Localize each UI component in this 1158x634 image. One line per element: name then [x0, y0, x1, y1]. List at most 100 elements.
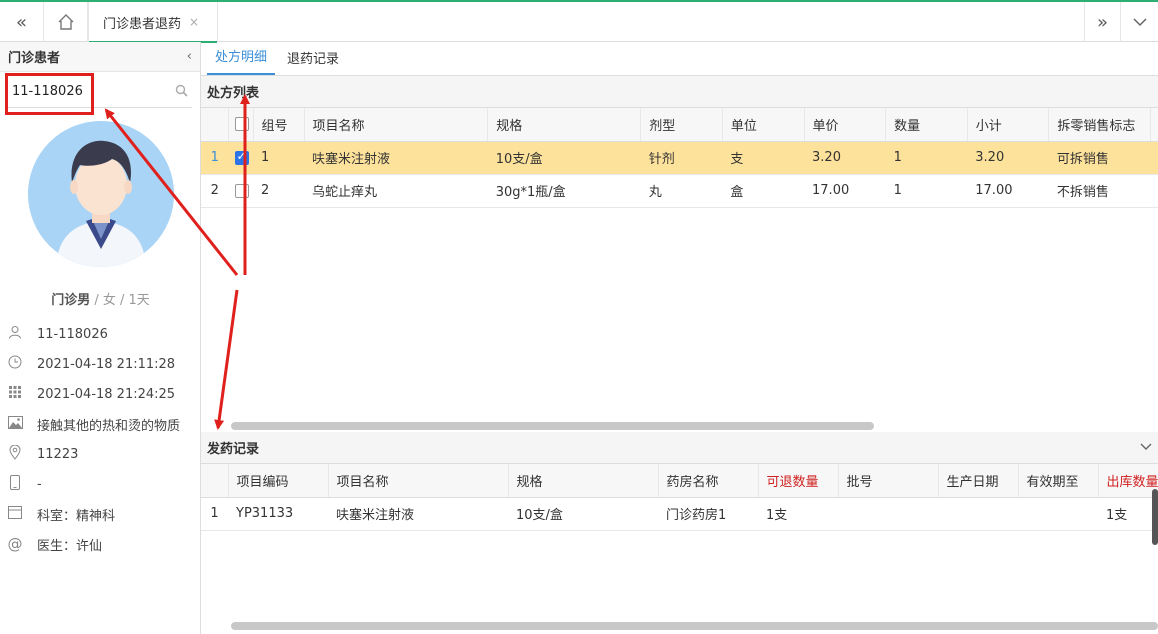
- col-header[interactable]: 单位: [721, 108, 805, 142]
- grid-icon: [6, 385, 24, 403]
- table-row[interactable]: 2 2 乌蛇止痒丸 30g*1瓶/盒 丸 盒 17.00 1 17.00 不拆销…: [201, 174, 1158, 208]
- col-header[interactable]: 规格: [487, 108, 641, 142]
- cell: 呋塞米注射液: [328, 497, 508, 531]
- col-header[interactable]: 药房名称: [657, 464, 758, 498]
- select-all-header[interactable]: [228, 108, 254, 142]
- col-header[interactable]: 拆零销售标志: [1048, 108, 1151, 142]
- record-time: 2021-04-18 21:24:25: [37, 386, 176, 402]
- cell: 门诊药房1: [658, 497, 758, 531]
- double-chevron-right-icon[interactable]: »: [1084, 2, 1121, 42]
- col-header[interactable]: 可退数量: [757, 464, 838, 498]
- select-all-checkbox[interactable]: [235, 117, 250, 132]
- row-index: 2: [201, 174, 229, 208]
- prescription-table: 组号 项目名称 规格 剂型 单位 单价 数量 小计 拆零销售标志 处方 1 1: [201, 108, 1158, 208]
- chevron-down-icon[interactable]: [1140, 440, 1152, 455]
- cell: 呋塞米注射液: [304, 141, 488, 175]
- col-header[interactable]: 处方: [1150, 108, 1158, 142]
- cell: 30g*1瓶/盒: [487, 174, 641, 208]
- dispense-vertical-scrollbar[interactable]: [1152, 489, 1158, 545]
- double-chevron-left-icon[interactable]: «: [0, 2, 44, 42]
- cell[interactable]: 1支: [758, 497, 838, 531]
- cell: YP31133: [228, 497, 328, 531]
- dispense-grid: 项目编码 项目名称 规格 药房名称 可退数量 批号 生产日期 有效期至 出库数量…: [201, 464, 1158, 630]
- col-header[interactable]: 组号: [252, 108, 305, 142]
- table-row[interactable]: 1 1 呋塞米注射液 10支/盒 针剂 支 3.20 1 3.20 可拆销售 C…: [201, 141, 1158, 175]
- diagnosis: 接触其他的热和烫的物质: [37, 418, 181, 434]
- content-tabs: 处方明细 退药记录: [201, 42, 1158, 76]
- cell: CF: [1150, 174, 1158, 208]
- top-bar: « 门诊患者退药 × »: [0, 0, 1158, 43]
- patient-id: 11-118026: [37, 326, 108, 342]
- patient-panel: 门诊患者 ‹ 门诊男 / 女 / 1天 11-118026: [0, 42, 201, 634]
- phone: -: [37, 476, 42, 492]
- cell: [1018, 497, 1098, 531]
- col-header[interactable]: 项目名称: [327, 464, 508, 498]
- prescription-header-row: 组号 项目名称 规格 剂型 单位 单价 数量 小计 拆零销售标志 处方: [201, 108, 1158, 142]
- info-row-phone: -: [6, 469, 196, 499]
- home-icon[interactable]: [44, 2, 88, 42]
- prescription-title: 处方列表: [207, 86, 260, 101]
- cell: 1支: [1098, 497, 1158, 531]
- cell: [938, 497, 1018, 531]
- visit-time: 2021-04-18 21:11:28: [37, 356, 176, 372]
- dispense-header-row: 项目编码 项目名称 规格 药房名称 可退数量 批号 生产日期 有效期至 出库数量: [201, 464, 1158, 498]
- col-header[interactable]: 规格: [507, 464, 658, 498]
- chevron-left-icon[interactable]: ‹: [187, 49, 192, 64]
- table-row[interactable]: 1 YP31133 呋塞米注射液 10支/盒 门诊药房1 1支 1支: [201, 497, 1158, 531]
- at-icon: @: [7, 535, 23, 553]
- address: 11223: [37, 446, 79, 462]
- col-header[interactable]: 数量: [885, 108, 968, 142]
- cell: 1: [253, 141, 305, 175]
- tab-outpatient-return[interactable]: 门诊患者退药 ×: [88, 2, 218, 43]
- col-header[interactable]: 批号: [837, 464, 938, 498]
- department: 科室：精神科: [37, 508, 116, 524]
- info-row-department: 科室：精神科: [6, 499, 196, 529]
- row-checkbox[interactable]: [234, 149, 249, 165]
- patient-meta: / 女 / 1天: [90, 293, 150, 308]
- search-icon[interactable]: [175, 84, 188, 101]
- info-row-doctor: @ 医生：许仙: [6, 529, 196, 559]
- prescription-grid: 组号 项目名称 规格 剂型 单位 单价 数量 小计 拆零销售标志 处方 1 1: [201, 108, 1158, 430]
- tab-return-record[interactable]: 退药记录: [279, 48, 347, 75]
- cell: 不拆销售: [1048, 174, 1151, 208]
- clock-icon: [6, 355, 24, 373]
- dispense-horizontal-scrollbar[interactable]: [231, 622, 1158, 630]
- row-select[interactable]: [228, 174, 254, 208]
- dispense-table: 项目编码 项目名称 规格 药房名称 可退数量 批号 生产日期 有效期至 出库数量…: [201, 464, 1158, 531]
- cell: 17.00: [967, 174, 1049, 208]
- cell: 1: [885, 174, 968, 208]
- location-icon: [6, 444, 24, 464]
- patient-name-line: 门诊男 / 女 / 1天: [0, 289, 201, 308]
- cell: 3.20: [804, 141, 886, 175]
- chevron-down-icon[interactable]: [1121, 2, 1158, 42]
- row-checkbox[interactable]: [234, 183, 249, 198]
- col-header[interactable]: 有效期至: [1017, 464, 1098, 498]
- prescription-horizontal-scrollbar[interactable]: [231, 422, 874, 430]
- phone-icon: [6, 474, 24, 494]
- info-row-diagnosis: 接触其他的热和烫的物质: [6, 409, 196, 439]
- cell: 10支/盒: [508, 497, 658, 531]
- index-header: [201, 108, 229, 142]
- row-select[interactable]: [228, 141, 254, 175]
- index-header: [201, 464, 228, 498]
- cell: 盒: [722, 174, 805, 208]
- row-index: 1: [201, 497, 228, 531]
- col-header[interactable]: 单价: [803, 108, 886, 142]
- close-icon[interactable]: ×: [189, 15, 199, 29]
- user-icon: [6, 325, 24, 343]
- cell: 3.20: [967, 141, 1049, 175]
- cell: 2: [253, 174, 305, 208]
- cell: 乌蛇止痒丸: [304, 174, 488, 208]
- tab-prescription-detail[interactable]: 处方明细: [207, 46, 276, 75]
- col-header[interactable]: 项目编码: [227, 464, 328, 498]
- col-header[interactable]: 生产日期: [937, 464, 1018, 498]
- col-header[interactable]: 剂型: [640, 108, 723, 142]
- dispense-section-header: 发药记录: [201, 432, 1158, 464]
- col-header[interactable]: 小计: [966, 108, 1049, 142]
- cell: 针剂: [640, 141, 723, 175]
- col-header[interactable]: 出库数量: [1097, 464, 1158, 498]
- col-header[interactable]: 项目名称: [303, 108, 488, 142]
- image-icon: [6, 415, 24, 433]
- cell: 17.00: [804, 174, 886, 208]
- avatar: [28, 121, 174, 267]
